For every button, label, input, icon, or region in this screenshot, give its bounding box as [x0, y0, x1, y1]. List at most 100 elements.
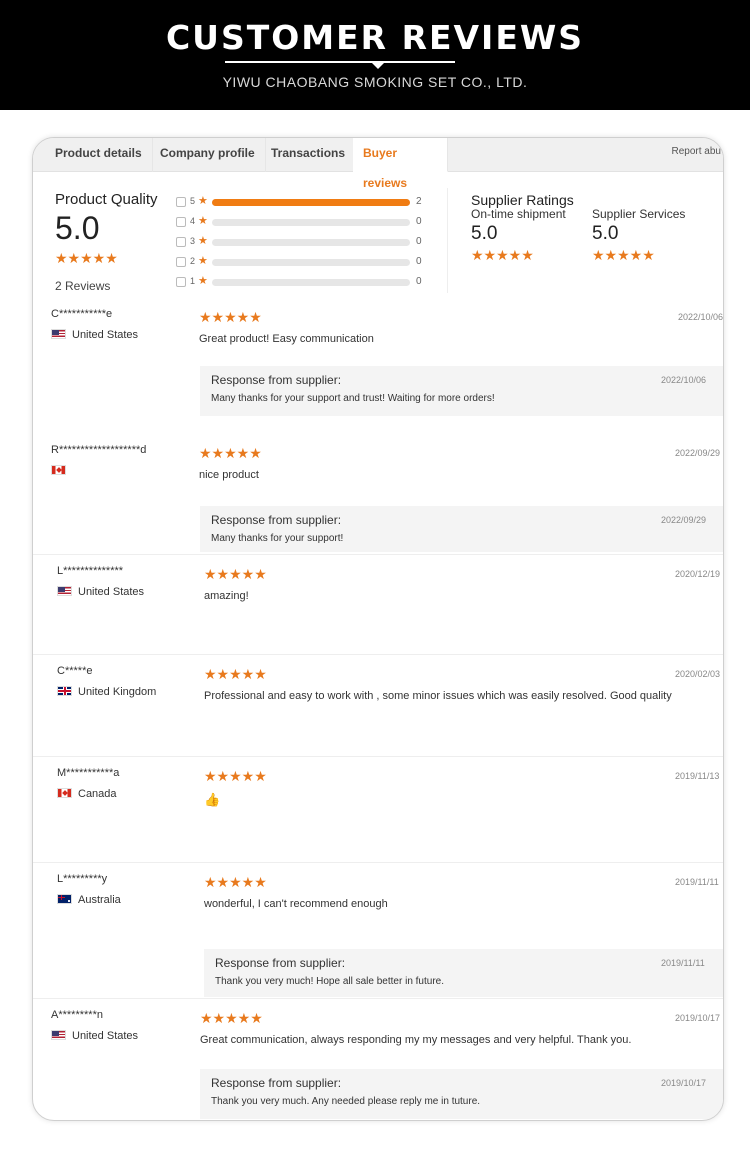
review-stars: ★★★★★ [204, 874, 267, 890]
product-quality-title: Product Quality [55, 191, 158, 208]
tab-company-profile[interactable]: Company profile [150, 138, 266, 172]
review-text: wonderful, I can't recommend enough [204, 898, 388, 910]
review-stars: ★★★★★ [204, 768, 267, 784]
product-quality-score: 5.0 [55, 210, 100, 246]
response-text: Thank you very much. Any needed please r… [211, 1096, 481, 1107]
us-flag-icon [51, 1030, 66, 1040]
on-time-shipment-score: 5.0 [471, 223, 498, 244]
response-date: 2022/10/06 [661, 375, 707, 385]
ca-flag-icon [57, 788, 72, 798]
reviewer-country: United States [51, 1030, 138, 1042]
rating-star-number: 1 [190, 276, 196, 286]
review-date: 2019/11/11 [675, 877, 719, 887]
rating-filter-checkbox[interactable] [176, 197, 186, 207]
rating-count: 0 [416, 276, 422, 287]
country-name: United States [72, 329, 139, 341]
supplier-response: Response from supplier: 2022/09/29 Many th… [200, 506, 723, 552]
ca-flag-icon [51, 465, 66, 475]
reviewer-country: United Kingdom [57, 686, 156, 698]
reviewer-name: L*********y [57, 873, 108, 885]
product-quality-stars: ★★★★★ [55, 250, 118, 266]
response-title: Response from supplier: [215, 956, 346, 970]
rating-star-number: 5 [190, 196, 196, 206]
rating-filter-checkbox[interactable] [176, 237, 186, 247]
review-text: nice product [199, 469, 259, 481]
review-text: Professional and easy to work with , som… [204, 690, 672, 702]
rating-count: 2 [416, 196, 422, 207]
rating-bar-track [212, 199, 410, 206]
tab-product-details[interactable]: Product details [45, 138, 153, 172]
header-banner: CUSTOMER REVIEWS YIWU CHAOBANG SMOKING S… [0, 0, 750, 110]
reviewer-name: M***********a [57, 767, 120, 779]
star-icon: ★ [198, 195, 208, 207]
review-text: 👍 [204, 792, 221, 807]
star-icon: ★ [198, 255, 208, 267]
au-flag-icon [57, 894, 72, 904]
tab-transactions[interactable]: Transactions [261, 138, 357, 172]
rating-star-number: 3 [190, 236, 196, 246]
reviewer-name: A*********n [51, 1009, 103, 1021]
star-icon: ★ [198, 215, 208, 227]
review-stars: ★★★★★ [199, 445, 262, 461]
review-stars: ★★★★★ [200, 1010, 263, 1026]
response-text: Thank you very much! Hope all sale bette… [215, 976, 445, 987]
country-name: United States [72, 1030, 139, 1042]
banner-divider [225, 61, 455, 63]
star-icon: ★ [198, 275, 208, 287]
review-stars: ★★★★★ [204, 566, 267, 582]
rating-bar-track [212, 259, 410, 266]
review-item: L*********y Australia ★★★★★ 2019/11/11 wonde… [33, 862, 723, 997]
reviewer-name: C*****e [57, 665, 93, 677]
response-date: 2022/09/29 [661, 515, 707, 525]
rating-filter-checkbox[interactable] [176, 217, 186, 227]
banner-title: CUSTOMER REVIEWS [165, 18, 585, 57]
rating-filter-checkbox[interactable] [176, 257, 186, 267]
response-text: Many thanks for your support! [211, 533, 344, 544]
supplier-response: Response from supplier: 2019/11/11 Thank y… [204, 949, 723, 997]
tab-buyer-reviews[interactable]: Buyer reviews [353, 138, 448, 190]
reviews-card: Product details Company profile Transact… [32, 137, 724, 1121]
report-abuse-link[interactable]: Report abu [672, 146, 721, 157]
response-date: 2019/10/17 [661, 1078, 707, 1088]
review-date: 2019/10/17 [675, 1013, 721, 1023]
review-item: A*********n United States ★★★★★ 2019/10/17 G… [33, 998, 723, 1120]
supplier-response: Response from supplier: 2019/10/17 Thank y… [200, 1069, 723, 1119]
review-item: C***********e United States ★★★★★ 2022/10/0… [33, 298, 723, 432]
supplier-response: Response from supplier: 2022/10/06 Many th… [200, 366, 723, 416]
review-date: 2022/09/29 [675, 448, 721, 458]
review-item: C*****e United Kingdom ★★★★★ 2020/02/03 Prof… [33, 654, 723, 754]
response-text: Many thanks for your support and trust! … [211, 393, 495, 404]
review-text: amazing! [204, 590, 249, 602]
us-flag-icon [57, 586, 72, 596]
on-time-shipment-stars: ★★★★★ [471, 247, 534, 263]
review-text: Great product! Easy communication [199, 333, 374, 345]
response-title: Response from supplier: [211, 1076, 342, 1090]
reviewer-country: United States [57, 586, 144, 598]
review-date: 2020/02/03 [675, 669, 721, 679]
review-stars: ★★★★★ [204, 666, 267, 682]
star-icon: ★ [198, 235, 208, 247]
reviewer-country: Australia [57, 894, 121, 906]
reviewer-country: Canada [57, 788, 117, 800]
rating-bar-track [212, 279, 410, 286]
review-item: M***********a Canada ★★★★★ 2019/11/13 👍 [33, 756, 723, 860]
rating-filter-checkbox[interactable] [176, 277, 186, 287]
supplier-ratings-title: Supplier Ratings [471, 192, 574, 208]
review-text: Great communication, always responding m… [200, 1034, 632, 1046]
rating-count: 0 [416, 216, 422, 227]
rating-count: 0 [416, 236, 422, 247]
response-title: Response from supplier: [211, 373, 342, 387]
response-title: Response from supplier: [211, 513, 342, 527]
review-stars: ★★★★★ [199, 309, 262, 325]
supplier-services-stars: ★★★★★ [592, 247, 655, 263]
country-name: Canada [78, 788, 117, 800]
country-name: United States [78, 586, 145, 598]
review-date: 2019/11/13 [675, 771, 720, 781]
review-item: R*******************d ★★★★★ 2022/09/29 nice… [33, 434, 723, 552]
rating-star-number: 4 [190, 216, 196, 226]
rating-bar-track [212, 219, 410, 226]
review-date: 2020/12/19 [675, 569, 721, 579]
rating-count: 0 [416, 256, 422, 267]
supplier-services-score: 5.0 [592, 223, 619, 244]
summary-divider [447, 188, 448, 293]
